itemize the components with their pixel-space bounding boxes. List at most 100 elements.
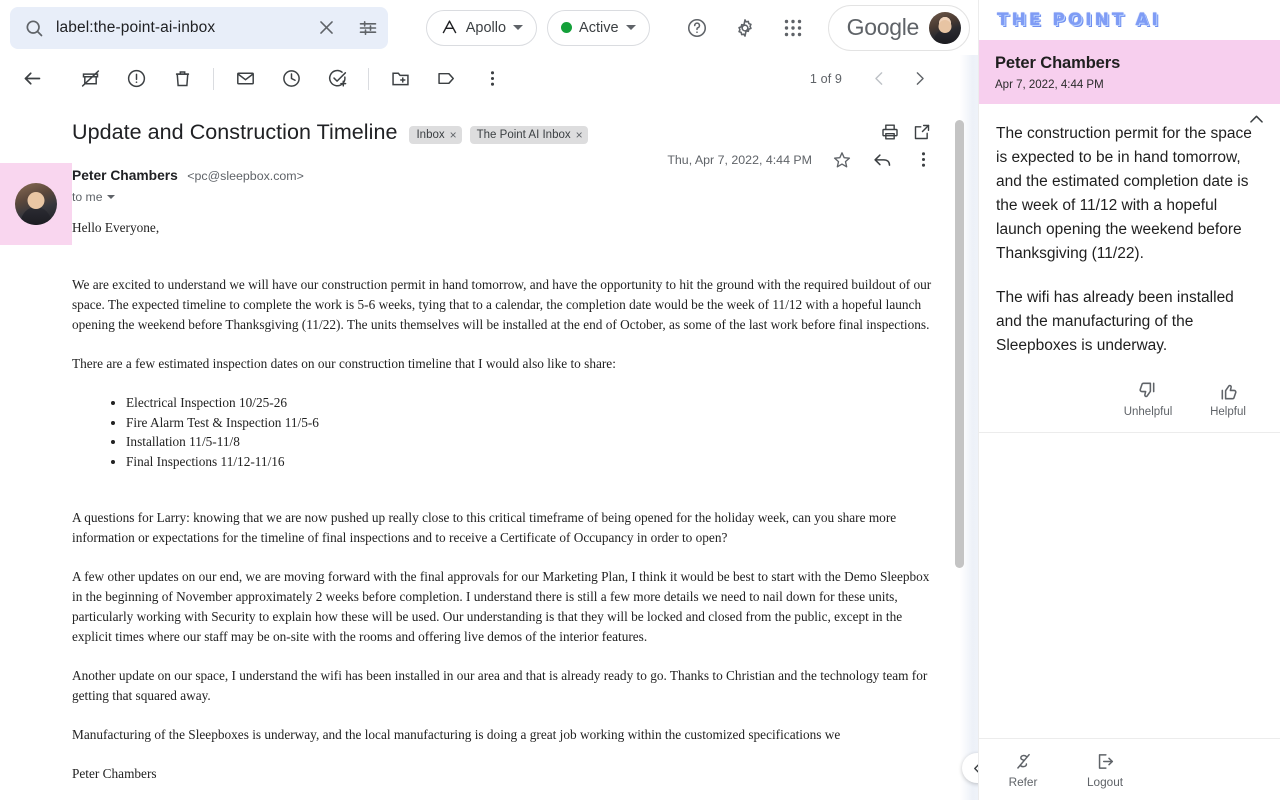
refer-dollar-icon (1013, 751, 1034, 772)
apps-button[interactable] (774, 8, 812, 48)
open-in-new-window-icon[interactable] (912, 122, 932, 142)
recipient-label: to me (72, 190, 103, 204)
email-action-toolbar: 1 of 9 (0, 55, 978, 102)
email-paragraph: Another update on our space, I understan… (72, 668, 928, 704)
search-input[interactable]: label:the-point-ai-inbox (10, 6, 388, 49)
list-item: Fire Alarm Test & Inspection 11/5-6 (126, 413, 940, 433)
email-signature: Peter Chambers (72, 766, 157, 782)
unhelpful-label: Unhelpful (1123, 406, 1173, 418)
search-icon (24, 18, 44, 38)
more-options-button[interactable] (470, 59, 514, 99)
help-circle-icon (686, 17, 708, 39)
logout-icon (1095, 751, 1116, 772)
chevron-right-icon (911, 70, 928, 87)
star-icon[interactable] (832, 150, 852, 170)
inspection-dates-list: Electrical Inspection 10/25-26 Fire Alar… (72, 393, 940, 471)
print-icon[interactable] (880, 122, 900, 142)
chevron-left-icon (971, 762, 978, 775)
back-arrow-icon (22, 68, 43, 89)
label-tag-icon (436, 68, 457, 89)
top-header-bar: label:the-point-ai-inbox Apollo Active G… (0, 0, 978, 55)
account-chip-label: Apollo (465, 19, 507, 36)
label-chip-the-point-ai-inbox[interactable]: The Point AI Inbox × (469, 126, 588, 144)
summary-card-header: Peter Chambers Apr 7, 2022, 4:44 PM (979, 40, 1280, 123)
logout-button[interactable]: Logout (1077, 751, 1133, 789)
email-paragraph: Manufacturing of the Sleepboxes is under… (72, 727, 841, 743)
summary-paragraph: The construction permit for the space is… (996, 125, 1252, 262)
panel-header: THE POINT AI (979, 0, 1280, 40)
google-account-box[interactable]: Google (827, 4, 970, 51)
report-spam-icon (126, 68, 147, 89)
add-to-tasks-button[interactable] (315, 59, 359, 99)
archive-button[interactable] (68, 59, 112, 99)
account-chip-apollo[interactable]: Apollo (425, 9, 538, 46)
scrollbar-thumb[interactable] (955, 120, 964, 568)
sender-email: <pc@sleepbox.com> (187, 169, 304, 183)
email-labels: Inbox × The Point AI Inbox × (409, 121, 588, 144)
move-to-folder-button[interactable] (378, 59, 422, 99)
delete-button[interactable] (160, 59, 204, 99)
google-brand-label: Google (846, 14, 920, 40)
avatar[interactable] (929, 11, 961, 44)
list-item: Electrical Inspection 10/25-26 (126, 393, 940, 413)
previous-email-button[interactable] (862, 62, 896, 96)
subject-actions (880, 122, 932, 142)
thumb-down-icon (1137, 380, 1159, 402)
email-paragraph: A few other updates on our end, we are m… (72, 569, 930, 645)
feedback-actions: Unhelpful Helpful (979, 378, 1280, 432)
gear-icon (734, 17, 756, 39)
helpful-button[interactable]: Helpful (1200, 380, 1256, 418)
back-button[interactable] (10, 59, 54, 99)
close-icon[interactable]: × (450, 128, 457, 142)
refer-button[interactable]: Refer (995, 751, 1051, 789)
sender-name: Peter Chambers (72, 168, 178, 183)
email-greeting: Hello Everyone, (72, 220, 160, 235)
trash-icon (172, 68, 193, 89)
summary-body: The construction permit for the space is… (979, 104, 1280, 378)
sender-row: Peter Chambers <pc@sleepbox.com> to me T… (0, 145, 978, 204)
label-button[interactable] (424, 59, 468, 99)
summary-paragraph: The wifi has already been installed and … (996, 289, 1234, 354)
label-chip-inbox[interactable]: Inbox × (409, 126, 462, 144)
email-paragraph: A questions for Larry: knowing that we a… (72, 510, 897, 546)
report-spam-button[interactable] (114, 59, 158, 99)
close-icon[interactable] (317, 18, 336, 37)
email-date: Thu, Apr 7, 2022, 4:44 PM (667, 152, 812, 167)
more-vertical-icon (482, 68, 503, 89)
list-item: Installation 11/5-11/8 (126, 432, 940, 452)
more-vertical-icon[interactable] (913, 149, 934, 170)
status-dot (561, 22, 573, 33)
search-value: label:the-point-ai-inbox (56, 18, 216, 36)
reply-arrow-icon[interactable] (872, 149, 893, 170)
toolbar-divider (213, 67, 214, 90)
chevron-down-icon (625, 25, 636, 30)
unhelpful-button[interactable]: Unhelpful (1120, 380, 1176, 418)
pagination: 1 of 9 (810, 62, 936, 96)
archive-icon (80, 68, 101, 89)
chevron-up-icon[interactable] (1247, 110, 1266, 129)
snooze-button[interactable] (269, 59, 313, 99)
close-icon[interactable]: × (576, 128, 583, 142)
move-to-folder-icon (390, 68, 411, 89)
filter-options-icon[interactable] (358, 18, 378, 38)
page-title: Update and Construction Timeline (72, 120, 398, 144)
label-chip-text: Inbox (416, 129, 445, 141)
add-to-tasks-icon (327, 68, 348, 89)
label-chip-text: The Point AI Inbox (476, 129, 571, 141)
app-root: label:the-point-ai-inbox Apollo Active G… (0, 0, 1280, 800)
mark-unread-button[interactable] (223, 59, 267, 99)
scrollbar[interactable] (955, 120, 964, 568)
apps-grid-icon (783, 18, 803, 38)
helpful-label: Helpful (1210, 406, 1246, 418)
next-email-button[interactable] (902, 62, 936, 96)
subject-row: Update and Construction Timeline Inbox ×… (0, 102, 978, 145)
clock-snooze-icon (281, 68, 302, 89)
chevron-down-icon (107, 195, 116, 199)
recipient-toggle[interactable]: to me (72, 190, 304, 204)
settings-button[interactable] (726, 8, 764, 48)
help-button[interactable] (678, 8, 716, 48)
apollo-logo-icon (440, 18, 459, 37)
status-chip-active[interactable]: Active (547, 9, 650, 46)
